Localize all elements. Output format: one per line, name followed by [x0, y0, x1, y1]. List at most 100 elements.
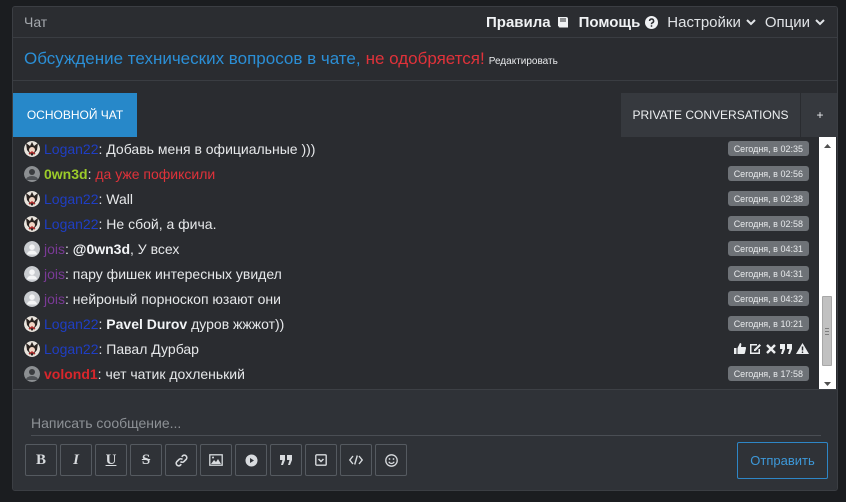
message-text: Logan22: Wall: [44, 191, 133, 207]
help-label: Помощь: [578, 13, 641, 31]
message-separator: :: [65, 240, 73, 257]
message-timestamp: Сегодня, в 04:31: [727, 241, 809, 256]
send-button[interactable]: Отправить: [737, 442, 828, 479]
message-username[interactable]: volond1: [44, 366, 98, 382]
message-text: jois: @0wn3d, У всех: [44, 241, 179, 257]
message-timestamp: Сегодня, в 02:56: [727, 166, 809, 181]
message-row: Logan22: Wall Сегодня, в 02:38: [13, 186, 819, 211]
message-separator: :: [65, 265, 73, 282]
header-nav: Правила Помощь Настройки Опции: [486, 14, 825, 31]
link-icon: [174, 453, 188, 467]
message-username[interactable]: Logan22: [44, 341, 99, 357]
smile-icon: [384, 453, 398, 467]
bold-icon: B: [35, 451, 46, 468]
message-list: Logan22: Добавь меня в официальные ))) Се…: [13, 137, 819, 385]
scroll-up-arrow[interactable]: [819, 139, 836, 152]
avatar[interactable]: [24, 215, 40, 232]
message-username[interactable]: jois: [44, 291, 65, 307]
underline-icon: U: [105, 451, 117, 468]
message-body: Павал Дурбар: [106, 340, 199, 357]
options-menu[interactable]: Опции: [765, 14, 825, 31]
link-button[interactable]: [165, 444, 197, 476]
settings-menu[interactable]: Настройки: [667, 14, 756, 31]
message-body: дуров жжжот)): [187, 315, 285, 332]
avatar[interactable]: [24, 365, 40, 382]
quote-button[interactable]: [270, 444, 302, 476]
help-link[interactable]: Помощь: [579, 14, 659, 31]
tab-private-conversations[interactable]: PRIVATE CONVERSATIONS: [621, 93, 801, 137]
message-text: jois: пару фишек интересных увидел: [44, 266, 282, 282]
message-username[interactable]: Logan22: [44, 316, 99, 332]
spoiler-icon: [315, 454, 327, 466]
message-text: Logan22: Павал Дурбар: [44, 341, 199, 357]
formatting-toolbar: BIU S: [25, 444, 407, 476]
message-body: Не сбой, а фича.: [106, 215, 217, 232]
smile-button[interactable]: [375, 444, 407, 476]
settings-label: Настройки: [667, 13, 741, 31]
message-row: volond1: чет чатик дохленький Сегодня, в …: [13, 361, 819, 385]
bold-button[interactable]: B: [25, 444, 57, 476]
message-text: Logan22: Добавь меня в официальные ))): [44, 141, 315, 157]
delete-icon[interactable]: [766, 343, 776, 354]
media-icon: [245, 454, 258, 467]
strike-icon: S: [141, 451, 151, 468]
media-button[interactable]: [235, 444, 267, 476]
message-body: Добавь меня в официальные ))): [106, 140, 316, 157]
scroll-thumb[interactable]: [822, 296, 832, 366]
strike-button[interactable]: S: [130, 444, 162, 476]
code-button[interactable]: [340, 444, 372, 476]
message-timestamp: Сегодня, в 02:38: [727, 191, 809, 206]
message-username[interactable]: Logan22: [44, 216, 99, 232]
notice-edit-link[interactable]: Редактировать: [489, 56, 558, 67]
message-text: Logan22: Не сбой, а фича.: [44, 216, 216, 232]
avatar[interactable]: [24, 265, 40, 282]
message-timestamp: Сегодня, в 17:58: [727, 366, 809, 381]
message-body: чет чатик дохленький: [105, 365, 245, 382]
message-timestamp: Сегодня, в 04:31: [727, 266, 809, 281]
message-row: Logan22: Павал Дурбар: [13, 336, 819, 361]
message-username[interactable]: Logan22: [44, 141, 99, 157]
message-row: jois: нейроный порноскоп юзают они Сегодн…: [13, 286, 819, 311]
message-timestamp: Сегодня, в 10:21: [727, 316, 809, 331]
quote-icon[interactable]: [780, 343, 792, 354]
code-icon: [349, 455, 363, 465]
image-button[interactable]: [200, 444, 232, 476]
message-input[interactable]: [31, 410, 821, 436]
rules-label: Правила: [486, 13, 551, 31]
scrollbar[interactable]: [819, 137, 836, 391]
avatar[interactable]: [24, 315, 40, 332]
message-username[interactable]: jois: [44, 266, 65, 282]
avatar[interactable]: [24, 165, 40, 182]
chat-header: Чат Правила Помощь Настройки Опции: [13, 7, 837, 38]
message-mention[interactable]: Pavel Durov: [106, 316, 187, 332]
book-icon: [556, 16, 570, 29]
italic-button[interactable]: I: [60, 444, 92, 476]
message-mention[interactable]: @0wn3d: [73, 241, 130, 257]
spoiler-button[interactable]: [305, 444, 337, 476]
message-row: Logan22: Pavel Durov дуров жжжот)) Сегодн…: [13, 311, 819, 336]
underline-button[interactable]: U: [95, 444, 127, 476]
composer: B I U S Отправить: [13, 389, 837, 490]
avatar[interactable]: [24, 140, 40, 157]
thumbs-up-icon[interactable]: [734, 343, 746, 354]
chat-window: Чат Правила Помощь Настройки Опции Обсуж…: [12, 6, 838, 491]
message-timestamp: Сегодня, в 02:58: [727, 216, 809, 231]
message-username[interactable]: Logan22: [44, 191, 99, 207]
message-body: Wall: [106, 190, 133, 207]
edit-icon[interactable]: [750, 343, 762, 354]
rules-link[interactable]: Правила: [486, 14, 570, 31]
avatar[interactable]: [24, 190, 40, 207]
message-username[interactable]: jois: [44, 241, 65, 257]
message-username[interactable]: 0wn3d: [44, 166, 88, 182]
add-tab-button[interactable]: +: [801, 93, 837, 137]
message-row: Logan22: Добавь меня в официальные ))) Се…: [13, 137, 819, 161]
question-circle-icon: [645, 15, 659, 29]
avatar[interactable]: [24, 290, 40, 307]
report-icon[interactable]: [796, 343, 809, 354]
quote-icon: [280, 455, 292, 465]
avatar[interactable]: [24, 340, 40, 357]
avatar[interactable]: [24, 240, 40, 257]
tab-main-chat[interactable]: ОСНОВНОЙ ЧАТ: [13, 93, 137, 137]
chevron-down-icon: [815, 18, 825, 26]
message-body: да уже пофиксили: [95, 165, 216, 182]
